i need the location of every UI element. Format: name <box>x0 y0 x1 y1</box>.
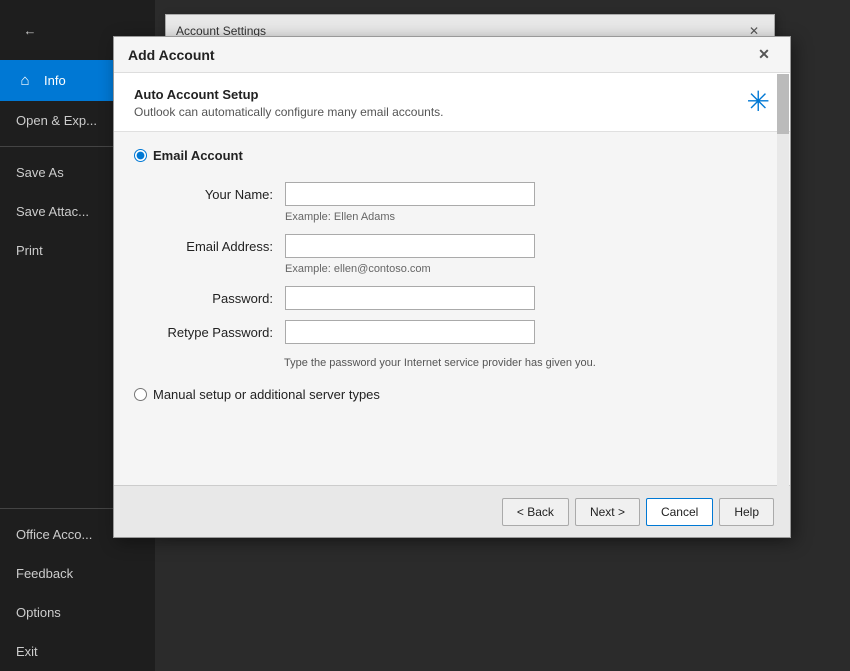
password-input-cell <box>279 281 770 315</box>
sidebar-item-label: Office Acco... <box>16 527 92 542</box>
email-address-label: Email Address: <box>134 229 279 263</box>
retype-password-row: Retype Password: <box>134 315 770 349</box>
modal-content: Auto Account Setup Outlook can automatic… <box>114 73 790 537</box>
back-button[interactable]: ← <box>10 10 50 50</box>
add-account-modal: Add Account ✕ Auto Account Setup Outlook… <box>113 36 791 538</box>
back-icon: ← <box>24 23 37 38</box>
form-area: Email Account Your Name: Example: Ellen … <box>114 132 790 485</box>
modal-close-button[interactable]: ✕ <box>752 43 776 67</box>
your-name-row: Your Name: <box>134 177 770 211</box>
password-label: Password: <box>134 281 279 315</box>
sidebar-item-label: Options <box>16 605 61 620</box>
manual-setup-radio-group: Manual setup or additional server types <box>134 387 770 402</box>
password-row: Password: <box>134 281 770 315</box>
auto-setup-description: Outlook can automatically configure many… <box>134 105 444 119</box>
sidebar-item-label: Feedback <box>16 566 73 581</box>
sidebar-item-label: Save As <box>16 165 64 180</box>
modal-titlebar: Add Account ✕ <box>114 37 790 73</box>
next-button[interactable]: Next > <box>575 498 640 526</box>
password-input[interactable] <box>285 286 535 310</box>
sidebar-item-feedback[interactable]: Feedback <box>0 554 155 593</box>
cancel-button[interactable]: Cancel <box>646 498 713 526</box>
sidebar-item-options[interactable]: Options <box>0 593 155 632</box>
manual-setup-radio[interactable] <box>134 388 147 401</box>
modal-scroll-thumb <box>777 74 789 134</box>
sidebar-item-label: Open & Exp... <box>16 113 97 128</box>
close-icon: ✕ <box>758 46 770 63</box>
password-hint: Type the password your Internet service … <box>284 357 770 369</box>
sidebar-item-exit[interactable]: Exit <box>0 632 155 671</box>
email-address-hint: Example: ellen@contoso.com <box>279 263 770 281</box>
email-address-input-cell <box>279 229 770 263</box>
email-address-row: Email Address: <box>134 229 770 263</box>
sidebar-item-label: Print <box>16 243 43 258</box>
sidebar-item-label: Info <box>44 73 66 88</box>
your-name-hint-row: Example: Ellen Adams <box>134 211 770 229</box>
retype-password-label: Retype Password: <box>134 315 279 349</box>
modal-title: Add Account <box>128 47 215 63</box>
email-account-radio-group: Email Account <box>134 148 770 163</box>
your-name-hint: Example: Ellen Adams <box>279 211 770 229</box>
modal-footer: < Back Next > Cancel Help <box>114 485 790 537</box>
email-address-hint-row: Example: ellen@contoso.com <box>134 263 770 281</box>
retype-password-input-cell <box>279 315 770 349</box>
email-account-label[interactable]: Email Account <box>153 148 243 163</box>
your-name-input[interactable] <box>285 182 535 206</box>
email-address-input[interactable] <box>285 234 535 258</box>
account-form: Your Name: Example: Ellen Adams Email Ad… <box>134 177 770 349</box>
your-name-label: Your Name: <box>134 177 279 211</box>
auto-setup-spinner-icon: ✳ <box>747 85 770 118</box>
your-name-input-cell <box>279 177 770 211</box>
auto-setup-text: Auto Account Setup Outlook can automatic… <box>134 87 444 119</box>
manual-setup-label[interactable]: Manual setup or additional server types <box>153 387 380 402</box>
back-button[interactable]: < Back <box>502 498 569 526</box>
sidebar-item-label: Exit <box>16 644 38 659</box>
retype-password-input[interactable] <box>285 320 535 344</box>
modal-scrollbar[interactable] <box>777 74 789 537</box>
home-icon: ⌂ <box>16 72 34 89</box>
help-button[interactable]: Help <box>719 498 774 526</box>
auto-setup-title: Auto Account Setup <box>134 87 444 102</box>
email-account-radio[interactable] <box>134 149 147 162</box>
sidebar-item-label: Save Attac... <box>16 204 89 219</box>
auto-setup-header: Auto Account Setup Outlook can automatic… <box>114 73 790 132</box>
